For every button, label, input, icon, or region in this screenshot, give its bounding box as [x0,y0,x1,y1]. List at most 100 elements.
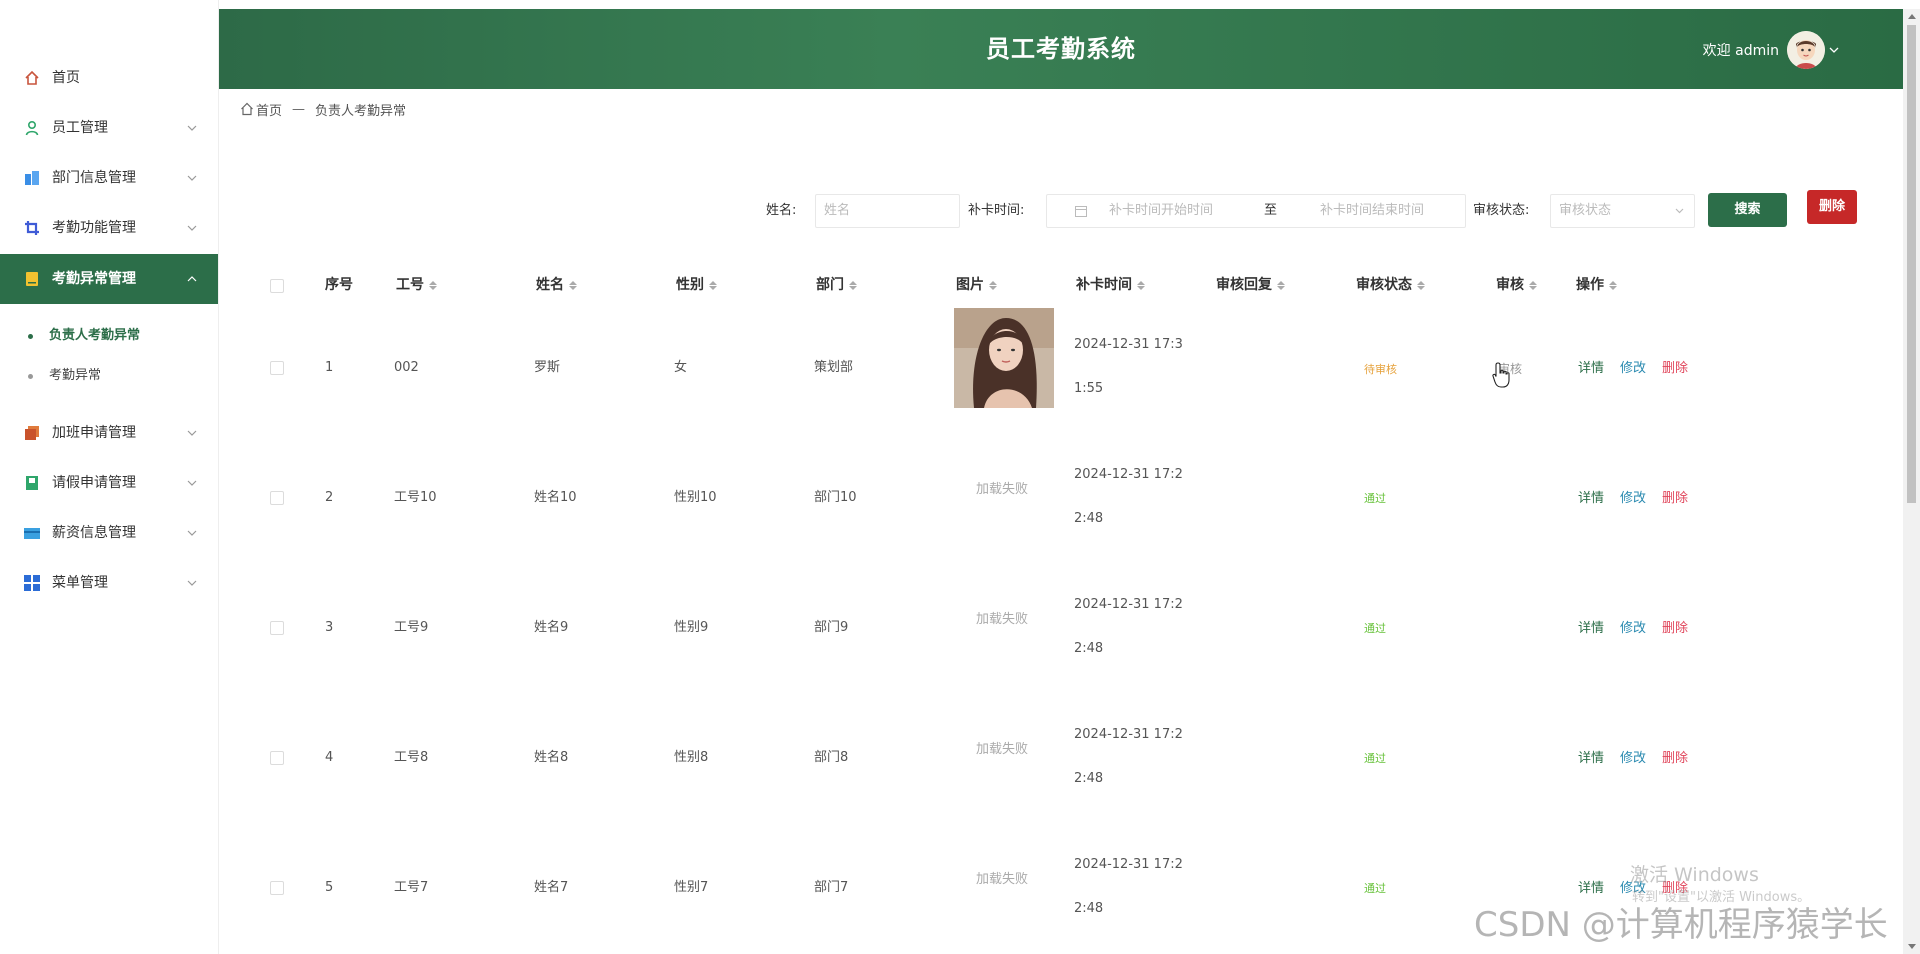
detail-link[interactable]: 详情 [1578,617,1604,636]
status-badge: 通过 [1364,882,1386,895]
sidebar-item-home[interactable]: 首页 [0,53,218,103]
csdn-watermark: CSDN @计算机程序猿学长 [1474,905,1888,945]
book-icon [23,474,41,492]
sidebar-item-department[interactable]: 部门信息管理 [0,153,218,203]
employee-photo[interactable] [954,308,1054,408]
vertical-scrollbar[interactable] [1903,9,1920,954]
welcome-text: 欢迎 admin [1702,43,1779,59]
sort-icon[interactable] [1137,280,1145,290]
sort-icon[interactable] [1609,280,1617,290]
sidebar-item-attendance-exception[interactable]: 考勤异常管理 [0,254,218,304]
sort-icon[interactable] [1277,280,1285,290]
detail-link[interactable]: 详情 [1578,487,1604,506]
cell-name: 姓名8 [534,750,569,765]
name-input-placeholder: 姓名 [824,203,851,218]
column-header-time[interactable]: 补卡时间 [1076,273,1145,297]
sidebar-item-label: 员工管理 [52,120,108,136]
delete-link[interactable]: 删除 [1662,357,1688,376]
windows-activation-title: 激活 Windows [1630,864,1759,886]
status-select[interactable]: 审核状态 [1550,194,1695,228]
detail-link[interactable]: 详情 [1578,747,1604,766]
detail-link[interactable]: 详情 [1578,357,1604,376]
sort-icon[interactable] [709,280,717,290]
sidebar-item-label: 加班申请管理 [52,425,136,441]
column-header-status[interactable]: 审核状态 [1356,273,1425,297]
sidebar-item-salary[interactable]: 薪资信息管理 [0,508,218,558]
cell-time: 2024-12-31 17:31:55 [1074,337,1183,396]
row-checkbox[interactable] [270,751,284,765]
delete-link[interactable]: 删除 [1662,747,1688,766]
sidebar-item-label: 菜单管理 [52,575,108,591]
cell-name: 姓名9 [534,620,569,635]
time-range-picker[interactable]: 补卡时间开始时间 至 补卡时间结束时间 [1046,194,1466,228]
breadcrumb: 首页 — 负责人考勤异常 [240,99,406,119]
cell-time: 2024-12-31 17:22:48 [1074,597,1183,656]
cell-gender: 性别9 [674,620,709,635]
row-checkbox[interactable] [270,621,284,635]
detail-link[interactable]: 详情 [1578,877,1604,896]
scroll-down-arrow-icon[interactable] [1907,942,1916,951]
sidebar-item-label: 部门信息管理 [52,170,136,186]
status-badge: 通过 [1364,622,1386,635]
chevron-up-icon [186,270,198,288]
column-header-gender[interactable]: 性别 [676,273,717,297]
cell-emp-no: 002 [394,360,419,375]
crop-icon [23,219,41,237]
sort-icon[interactable] [569,280,577,290]
select-all-checkbox[interactable] [270,279,284,293]
batch-delete-button[interactable]: 删除 [1807,190,1857,224]
sort-icon[interactable] [849,280,857,290]
sidebar-item-label: 考勤功能管理 [52,220,136,236]
sidebar-item-attendance-function[interactable]: 考勤功能管理 [0,203,218,253]
breadcrumb-home[interactable]: 首页 [256,100,282,119]
cell-index: 5 [325,880,334,895]
column-header-reply[interactable]: 审核回复 [1216,273,1285,297]
row-checkbox[interactable] [270,881,284,895]
breadcrumb-current: 负责人考勤异常 [315,103,407,119]
column-header-emp-no[interactable]: 工号 [396,273,437,297]
edit-link[interactable]: 修改 [1620,487,1646,506]
cell-name: 姓名7 [534,880,569,895]
name-input[interactable]: 姓名 [815,194,960,228]
edit-link[interactable]: 修改 [1620,357,1646,376]
status-select-placeholder: 审核状态 [1559,203,1612,218]
edit-link[interactable]: 修改 [1620,747,1646,766]
breadcrumb-separator: — [292,101,306,117]
avatar[interactable] [1787,31,1825,69]
sidebar-item-overtime[interactable]: 加班申请管理 [0,408,218,458]
user-menu[interactable]: 欢迎 admin [1703,31,1841,69]
sidebar: 首页 员工管理 部门信息管理 考勤功能管理 考勤异常管理 负责人考勤异常 考勤异… [0,0,219,954]
search-button[interactable]: 搜索 [1708,193,1787,227]
sidebar-subitem-exception[interactable]: 考勤异常 [0,356,218,396]
sort-icon[interactable] [1529,280,1537,290]
sidebar-item-leave[interactable]: 请假申请管理 [0,458,218,508]
edit-link[interactable]: 修改 [1620,617,1646,636]
scrollbar-thumb[interactable] [1907,25,1916,503]
sort-icon[interactable] [429,280,437,290]
row-checkbox[interactable] [270,491,284,505]
cell-department: 部门8 [814,750,849,765]
sidebar-item-employee[interactable]: 员工管理 [0,103,218,153]
chevron-down-icon [186,219,198,237]
delete-link[interactable]: 删除 [1662,617,1688,636]
column-header-review[interactable]: 审核 [1496,273,1537,297]
scroll-up-arrow-icon[interactable] [1907,12,1916,21]
grid-icon [23,574,41,592]
time-end-placeholder[interactable]: 补卡时间结束时间 [1320,195,1424,227]
sidebar-subitem-manager-exception[interactable]: 负责人考勤异常 [0,316,218,356]
sort-icon[interactable] [1417,280,1425,290]
time-start-placeholder[interactable]: 补卡时间开始时间 [1109,195,1213,227]
cell-index: 1 [325,360,334,375]
column-header-actions[interactable]: 操作 [1576,273,1617,297]
column-header-department[interactable]: 部门 [816,273,857,297]
sidebar-item-menu[interactable]: 菜单管理 [0,558,218,608]
hand-cursor-icon [1492,362,1510,388]
chevron-down-icon [186,424,198,442]
row-checkbox[interactable] [270,361,284,375]
column-header-name[interactable]: 姓名 [536,273,577,297]
column-header-image[interactable]: 图片 [956,273,997,297]
sort-icon[interactable] [989,280,997,290]
sidebar-item-label: 请假申请管理 [52,475,136,491]
chevron-down-icon [1829,44,1841,56]
delete-link[interactable]: 删除 [1662,487,1688,506]
